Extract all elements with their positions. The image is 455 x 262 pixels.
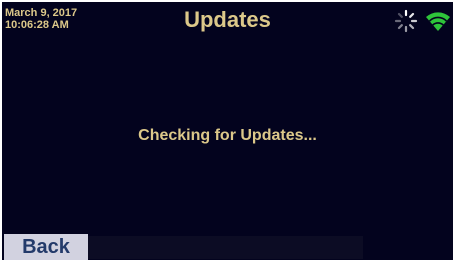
status-message: Checking for Updates... (138, 127, 317, 144)
device-screen: March 9, 2017 10:06:28 AM Updates Checki… (0, 0, 455, 262)
page-title: Updates (184, 7, 271, 32)
bottom-bar (88, 236, 363, 259)
spinner-icon (394, 9, 418, 33)
wifi-icon (426, 12, 450, 31)
back-button[interactable]: Back (4, 234, 88, 260)
